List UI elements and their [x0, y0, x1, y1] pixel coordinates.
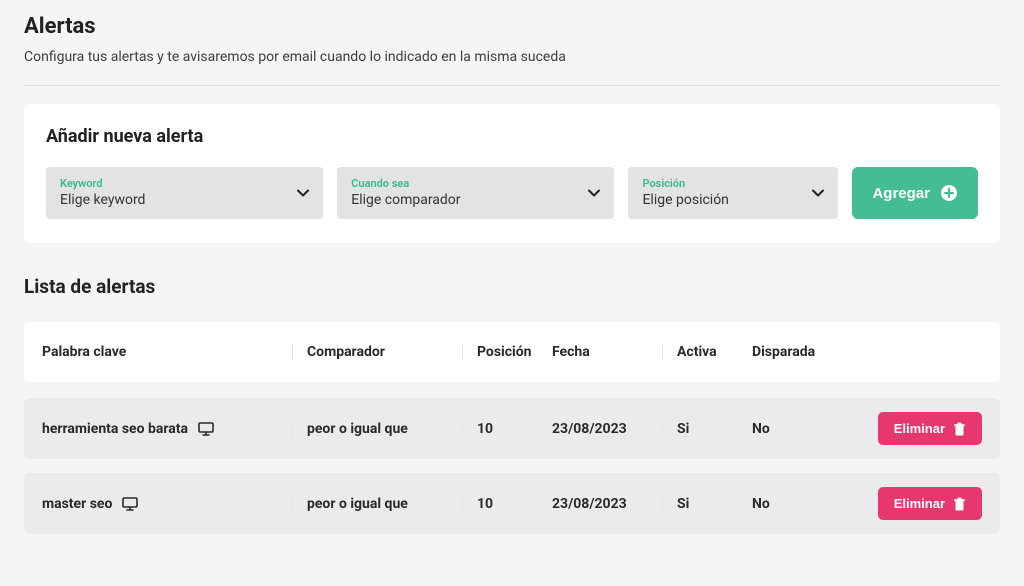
divider [24, 85, 1000, 86]
trash-icon [953, 422, 966, 436]
th-activa: Activa [662, 344, 752, 360]
posicion-select-value: Elige posición [642, 192, 824, 208]
page-title: Alertas [24, 14, 1000, 39]
posicion-select-label: Posición [642, 177, 824, 190]
row-disparada: No [752, 496, 852, 512]
monitor-icon [198, 422, 214, 436]
comparador-select-label: Cuando sea [351, 177, 600, 190]
comparador-select-value: Elige comparador [351, 192, 600, 208]
monitor-icon [122, 497, 138, 511]
chevron-down-icon [588, 189, 600, 197]
row-comparador: peor o igual que [292, 421, 462, 437]
th-fecha: Fecha [552, 344, 662, 360]
add-button[interactable]: Agregar [852, 167, 978, 219]
comparador-select[interactable]: Cuando sea Elige comparador [337, 167, 614, 219]
row-fecha: 23/08/2023 [552, 421, 662, 437]
row-keyword: herramienta seo barata [42, 421, 188, 437]
row-activa: Si [662, 496, 752, 512]
keyword-select-label: Keyword [60, 177, 309, 190]
chevron-down-icon [812, 189, 824, 197]
th-comparador: Comparador [292, 344, 462, 360]
table-row: herramienta seo barata peor o igual que … [24, 398, 1000, 459]
row-fecha: 23/08/2023 [552, 496, 662, 512]
add-alert-title: Añadir nueva alerta [46, 126, 978, 147]
add-alert-card: Añadir nueva alerta Keyword Elige keywor… [24, 104, 1000, 243]
list-title: Lista de alertas [24, 275, 1000, 298]
posicion-select[interactable]: Posición Elige posición [628, 167, 838, 219]
delete-button-label: Eliminar [894, 496, 945, 511]
keyword-select-value: Elige keyword [60, 192, 309, 208]
row-disparada: No [752, 421, 852, 437]
th-disparada: Disparada [752, 344, 852, 360]
keyword-select[interactable]: Keyword Elige keyword [46, 167, 323, 219]
delete-button-label: Eliminar [894, 421, 945, 436]
table-row: master seo peor o igual que 10 23/08/202… [24, 473, 1000, 534]
add-alert-form-row: Keyword Elige keyword Cuando sea Elige c… [46, 167, 978, 219]
row-comparador: peor o igual que [292, 496, 462, 512]
page-subtitle: Configura tus alertas y te avisaremos po… [24, 49, 1000, 65]
table-header: Palabra clave Comparador Posición Fecha … [24, 322, 1000, 382]
delete-button[interactable]: Eliminar [878, 487, 982, 520]
alerts-table: Palabra clave Comparador Posición Fecha … [24, 322, 1000, 534]
row-keyword: master seo [42, 496, 112, 512]
row-posicion: 10 [462, 496, 552, 512]
plus-circle-icon [940, 184, 958, 202]
th-posicion: Posición [462, 344, 552, 360]
trash-icon [953, 497, 966, 511]
add-button-label: Agregar [872, 185, 930, 202]
row-activa: Si [662, 421, 752, 437]
row-posicion: 10 [462, 421, 552, 437]
delete-button[interactable]: Eliminar [878, 412, 982, 445]
th-keyword: Palabra clave [42, 344, 292, 360]
chevron-down-icon [297, 189, 309, 197]
